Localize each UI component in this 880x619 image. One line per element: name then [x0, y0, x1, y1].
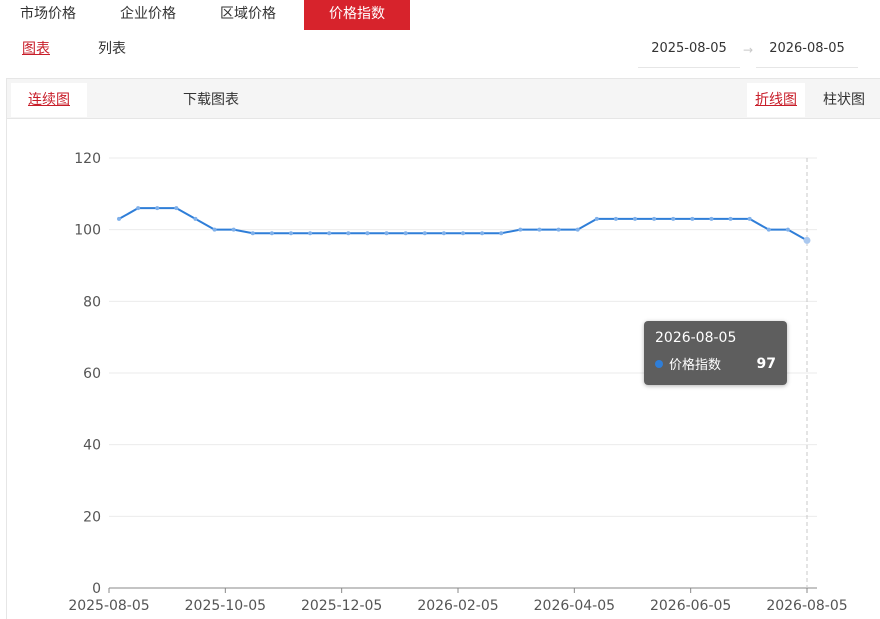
x-tick-label: 2025-12-05 — [301, 598, 382, 614]
x-tick-label: 2026-08-05 — [766, 598, 847, 614]
tooltip-row: 价格指数 97 — [655, 354, 776, 373]
data-point — [747, 216, 752, 221]
y-tick-label: 20 — [83, 509, 101, 525]
data-point — [613, 216, 618, 221]
data-point — [117, 216, 121, 221]
data-point — [461, 231, 465, 236]
series-line — [118, 207, 808, 242]
tooltip-value: 97 — [756, 355, 776, 372]
data-point — [250, 231, 255, 236]
data-point — [499, 231, 504, 236]
data-point — [155, 206, 160, 211]
x-tick-label: 2026-06-05 — [650, 598, 731, 614]
data-point — [384, 231, 389, 236]
data-point — [193, 216, 198, 221]
x-tick-label: 2025-08-05 — [68, 598, 149, 614]
y-tick-label: 80 — [83, 294, 101, 310]
data-point — [766, 227, 771, 232]
data-point — [346, 231, 351, 236]
series-dot-icon — [655, 359, 663, 368]
data-point — [556, 227, 561, 232]
data-point — [633, 216, 637, 221]
y-tick-label: 0 — [92, 581, 101, 597]
data-point — [174, 206, 179, 211]
y-tick-label: 120 — [74, 151, 101, 167]
data-point — [269, 231, 274, 236]
data-point — [709, 216, 714, 221]
data-point — [480, 231, 485, 236]
data-point — [422, 231, 427, 236]
data-point — [728, 216, 733, 221]
chart-tooltip: 2026-08-05 价格指数 97 — [644, 321, 787, 385]
data-point — [441, 231, 446, 236]
data-point — [594, 216, 599, 221]
data-point — [690, 216, 695, 221]
data-point — [136, 206, 141, 211]
data-point — [308, 231, 313, 236]
data-point — [537, 227, 542, 232]
data-point — [231, 227, 236, 232]
tooltip-series-name: 价格指数 — [669, 358, 722, 373]
data-point — [671, 216, 676, 221]
x-tick-label: 2026-04-05 — [534, 598, 615, 614]
y-tick-label: 100 — [74, 223, 101, 239]
data-point — [212, 227, 217, 232]
data-point — [403, 231, 408, 236]
tooltip-date: 2026-08-05 — [655, 330, 737, 346]
price-index-line-chart: 0 20 40 60 80 100 120 2025-08-05 2025-10-05 2025-… — [68, 151, 847, 614]
x-tick-label: 2026-02-05 — [417, 598, 498, 614]
data-point — [365, 231, 370, 236]
data-point — [785, 227, 790, 232]
y-tick-label: 60 — [83, 366, 101, 382]
data-point — [652, 216, 657, 221]
data-point — [575, 227, 580, 232]
data-point — [803, 236, 811, 244]
data-point — [289, 231, 293, 236]
data-point — [327, 231, 332, 236]
x-tick-label: 2025-10-05 — [185, 598, 266, 614]
data-point — [518, 227, 523, 232]
y-tick-label: 40 — [83, 438, 101, 454]
